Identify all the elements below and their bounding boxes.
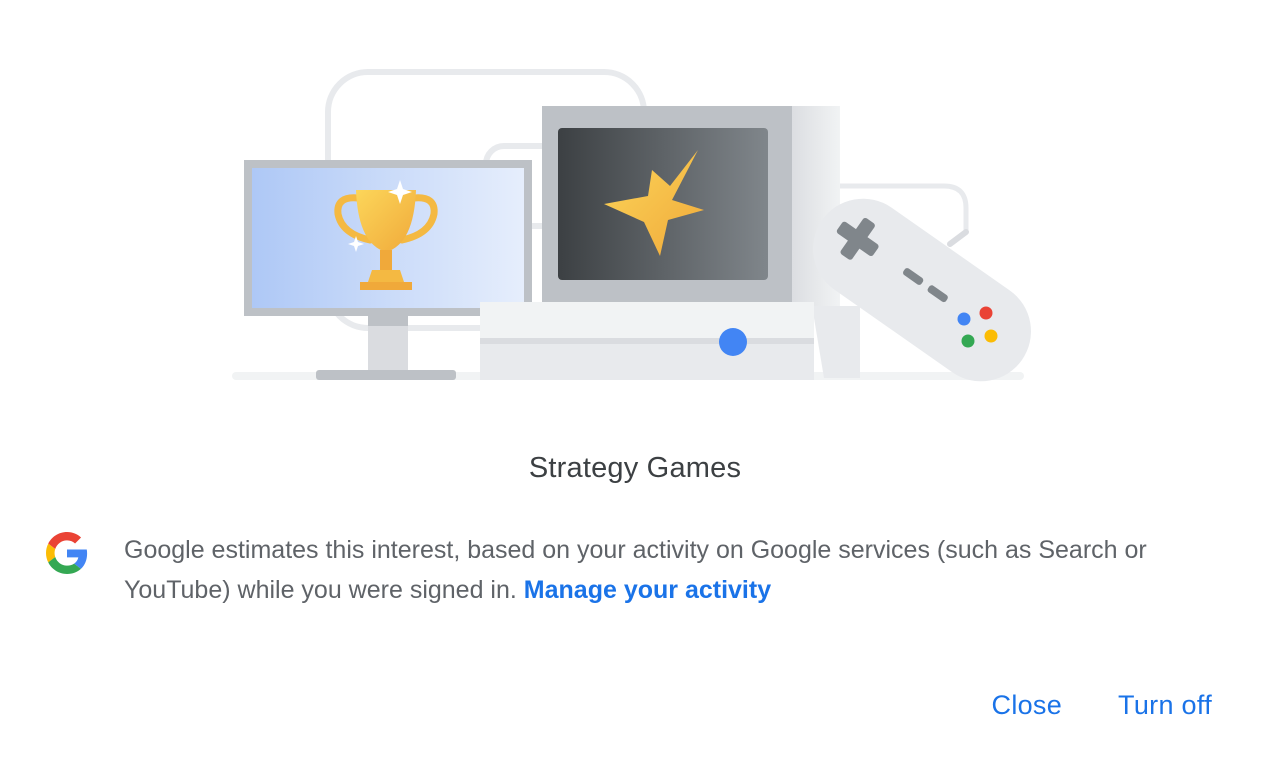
- dialog-title: Strategy Games: [528, 452, 742, 484]
- close-button[interactable]: Close: [992, 690, 1063, 721]
- retro-monitor-icon: [542, 106, 792, 302]
- gaming-illustration: [232, 69, 1031, 382]
- manage-activity-link[interactable]: Manage your activity: [524, 576, 771, 604]
- turn-off-button[interactable]: Turn off: [1118, 690, 1212, 721]
- dialog-actions: Close Turn off: [992, 690, 1212, 721]
- google-g-icon: [46, 532, 88, 574]
- console-base: [480, 302, 814, 380]
- info-paragraph: Google estimates this interest, based on…: [124, 530, 1224, 610]
- interest-dialog: Strategy Games Google estimates this int…: [0, 0, 1270, 766]
